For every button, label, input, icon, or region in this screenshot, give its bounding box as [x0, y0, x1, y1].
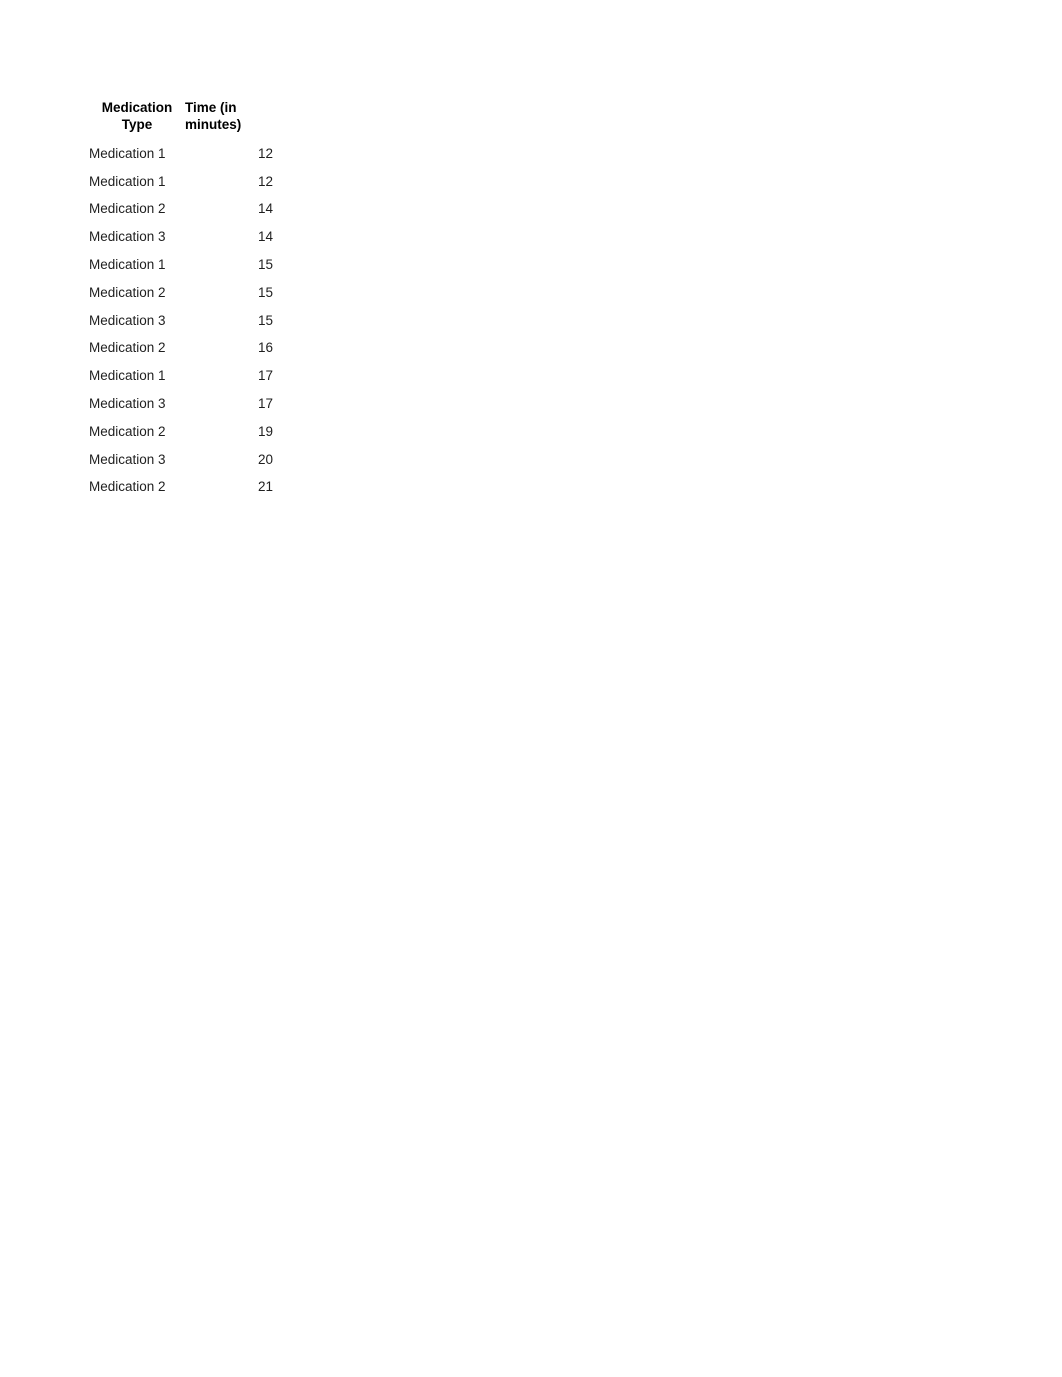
table-row: Medication 3 15: [89, 300, 273, 328]
cell-time-minutes: 12: [257, 173, 273, 189]
cell-medication-type: Medication 2: [89, 423, 166, 439]
cell-medication-type: Medication 1: [89, 173, 166, 189]
table-row: Medication 3 20: [89, 439, 273, 467]
table-row: Medication 2 19: [89, 411, 273, 439]
cell-medication-type: Medication 3: [89, 312, 166, 328]
table-row: Medication 1 12: [89, 133, 273, 161]
table-row: Medication 2 16: [89, 328, 273, 356]
cell-time-minutes: 19: [257, 423, 273, 439]
cell-time-minutes: 14: [257, 201, 273, 217]
cell-time-minutes: 17: [257, 368, 273, 384]
cell-medication-type: Medication 2: [89, 340, 166, 356]
cell-medication-type: Medication 3: [89, 229, 166, 245]
table-row: Medication 2 21: [89, 467, 273, 495]
cell-time-minutes: 15: [257, 284, 273, 300]
cell-time-minutes: 20: [257, 451, 273, 467]
cell-medication-type: Medication 3: [89, 451, 166, 467]
cell-time-minutes: 15: [257, 256, 273, 272]
table-body: Medication 1 12 Medication 1 12 Medication 2…: [89, 133, 273, 494]
cell-time-minutes: 16: [257, 340, 273, 356]
table-row: Medication 2 14: [89, 189, 273, 217]
table-header-row: Medication Type Time (in minutes): [89, 100, 273, 133]
cell-time-minutes: 12: [257, 145, 273, 161]
cell-medication-type: Medication 3: [89, 395, 166, 411]
cell-time-minutes: 17: [257, 395, 273, 411]
table-header: Medication Type Time (in minutes): [89, 100, 273, 133]
document-page: Medication Type Time (in minutes) Medica…: [0, 0, 1062, 1377]
cell-time-minutes: 15: [257, 312, 273, 328]
table-row: Medication 1 12: [89, 161, 273, 189]
cell-medication-type: Medication 1: [89, 145, 166, 161]
column-header-medication-type: Medication Type: [101, 100, 173, 132]
table-row: Medication 3 14: [89, 216, 273, 244]
cell-medication-type: Medication 2: [89, 201, 166, 217]
table-row: Medication 3 17: [89, 383, 273, 411]
column-header-time-minutes: Time (in minutes): [185, 100, 242, 132]
cell-time-minutes: 21: [257, 479, 273, 495]
medication-time-table: Medication Type Time (in minutes) Medica…: [89, 100, 273, 494]
table-row: Medication 1 17: [89, 355, 273, 383]
cell-medication-type: Medication 2: [89, 284, 166, 300]
table-row: Medication 1 15: [89, 244, 273, 272]
cell-time-minutes: 14: [257, 229, 273, 245]
cell-medication-type: Medication 1: [89, 368, 166, 384]
cell-medication-type: Medication 1: [89, 256, 166, 272]
cell-medication-type: Medication 2: [89, 479, 166, 495]
table-row: Medication 2 15: [89, 272, 273, 300]
